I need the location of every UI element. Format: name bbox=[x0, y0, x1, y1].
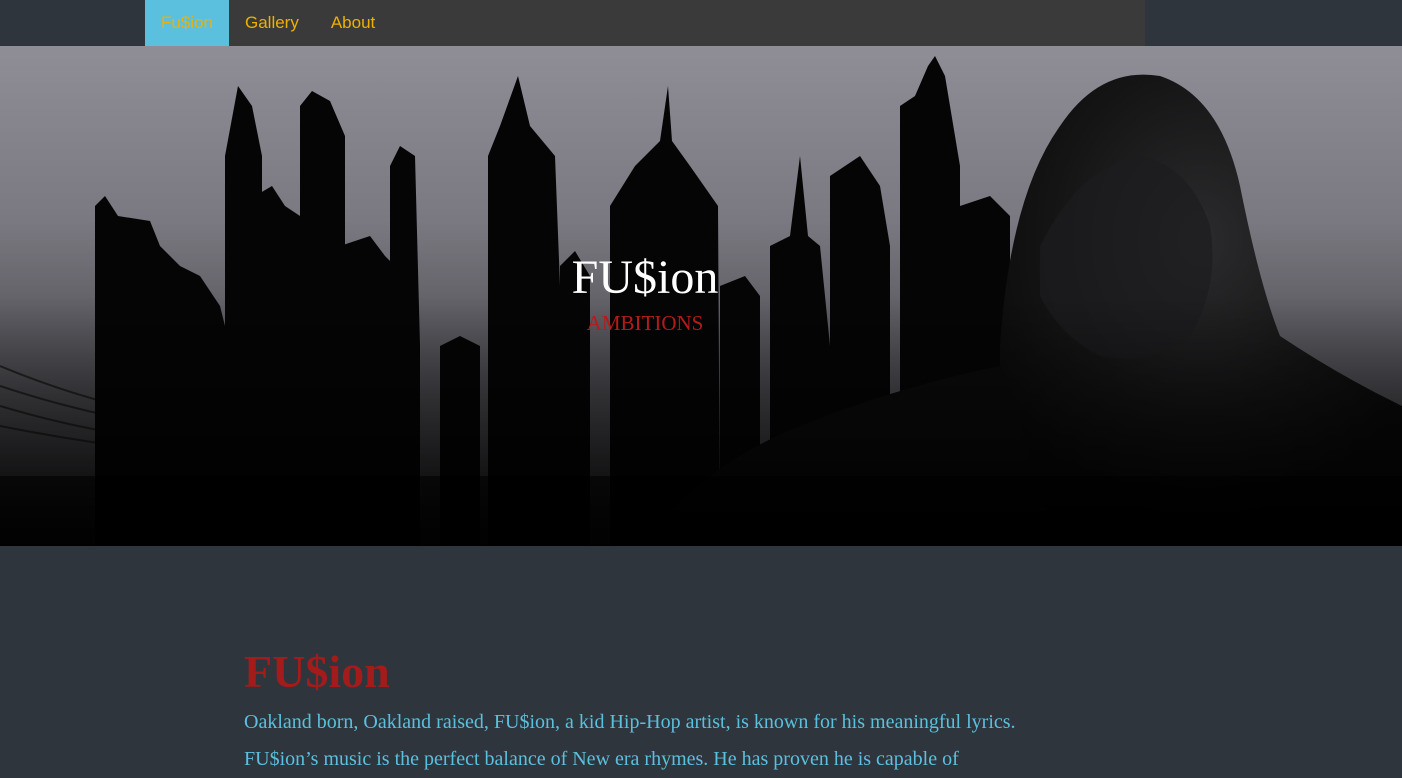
nav-item-label: Gallery bbox=[244, 13, 299, 32]
hero-banner: FU$ion AMBITIONS bbox=[0, 46, 1402, 546]
nav-menu: Fu$ion Gallery About bbox=[145, 0, 1145, 46]
intro-heading: FU$ion bbox=[244, 646, 390, 697]
nav-item-fusion[interactable]: Fu$ion bbox=[145, 0, 229, 46]
nav-item-label: Fu$ion bbox=[161, 13, 213, 32]
intro-paragraph: Oakland born, Oakland raised, FU$ion, a … bbox=[244, 711, 1016, 770]
nav-item-about[interactable]: About bbox=[315, 0, 391, 46]
top-navbar: Fu$ion Gallery About bbox=[0, 0, 1402, 46]
nav-item-label: About bbox=[330, 13, 376, 32]
hero-subtitle: AMBITIONS bbox=[586, 311, 704, 335]
intro-section: FU$ion Oakland born, Oakland raised, FU$… bbox=[244, 640, 1054, 778]
hero-title: FU$ion bbox=[571, 251, 719, 304]
nav-item-gallery[interactable]: Gallery bbox=[229, 0, 315, 46]
